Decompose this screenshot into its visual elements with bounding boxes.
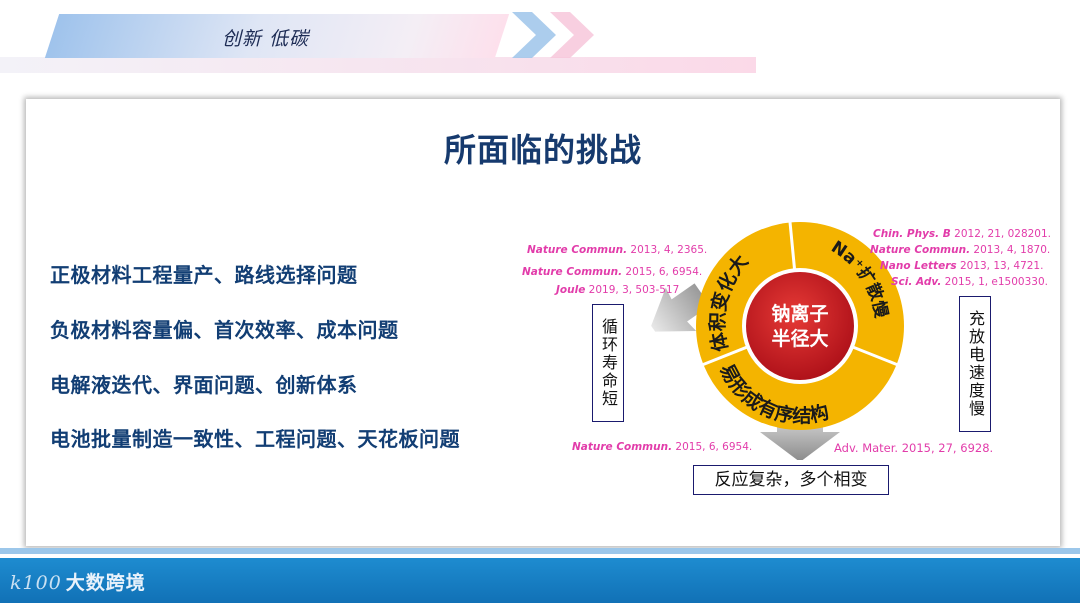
reference-bottom-right: Adv. Mater. 2015, 27, 6928. xyxy=(834,441,994,455)
header-stripe xyxy=(0,57,756,73)
footer-bar xyxy=(0,558,1080,603)
brand-name: 大数跨境 xyxy=(65,572,146,594)
core-label-2: 半径大 xyxy=(771,327,828,350)
reference-right-1: Chin. Phys. B 2012, 21, 028201. xyxy=(873,228,1052,240)
reference-left-3: Joule 2019, 3, 503-517 xyxy=(556,284,680,296)
bottom-effect-box: 反应复杂，多个相变 xyxy=(693,465,889,495)
reference-left-1: Nature Commun. 2013, 4, 2365. xyxy=(527,244,708,256)
reference-left-2: Nature Commun. 2015, 6, 6954. xyxy=(522,266,703,278)
challenge-item: 正极材料工程量产、路线选择问题 xyxy=(50,263,358,287)
footer-brand: k100 大数跨境 xyxy=(10,568,146,595)
reference-right-3: Nano Letters 2013, 13, 4721. xyxy=(880,260,1044,272)
challenge-item: 负极材料容量偏、首次效率、成本问题 xyxy=(50,318,399,342)
left-effect-box: 循环寿命短 xyxy=(592,304,624,422)
core-circle xyxy=(746,272,854,380)
brand-logo-mark: k100 xyxy=(10,572,62,594)
core-label-1: 钠离子 xyxy=(771,302,828,325)
footer-accent-line xyxy=(0,548,1080,554)
challenge-item: 电解液迭代、界面问题、创新体系 xyxy=(50,373,358,397)
reference-right-4: Sci. Adv. 2015, 1, e1500330. xyxy=(891,276,1048,288)
right-effect-box: 充放电速度慢 xyxy=(959,296,991,432)
challenge-item: 电池批量制造一致性、工程问题、天花板问题 xyxy=(50,427,460,451)
slide-title: 所面临的挑战 xyxy=(443,131,642,169)
header-tagline: 创新 低碳 xyxy=(222,28,310,50)
reference-bottom-left: Nature Commun. 2015, 6, 6954. xyxy=(572,441,753,453)
reference-right-2: Nature Commun. 2013, 4, 1870. xyxy=(870,244,1051,256)
header-chevrons-icon xyxy=(512,12,594,58)
